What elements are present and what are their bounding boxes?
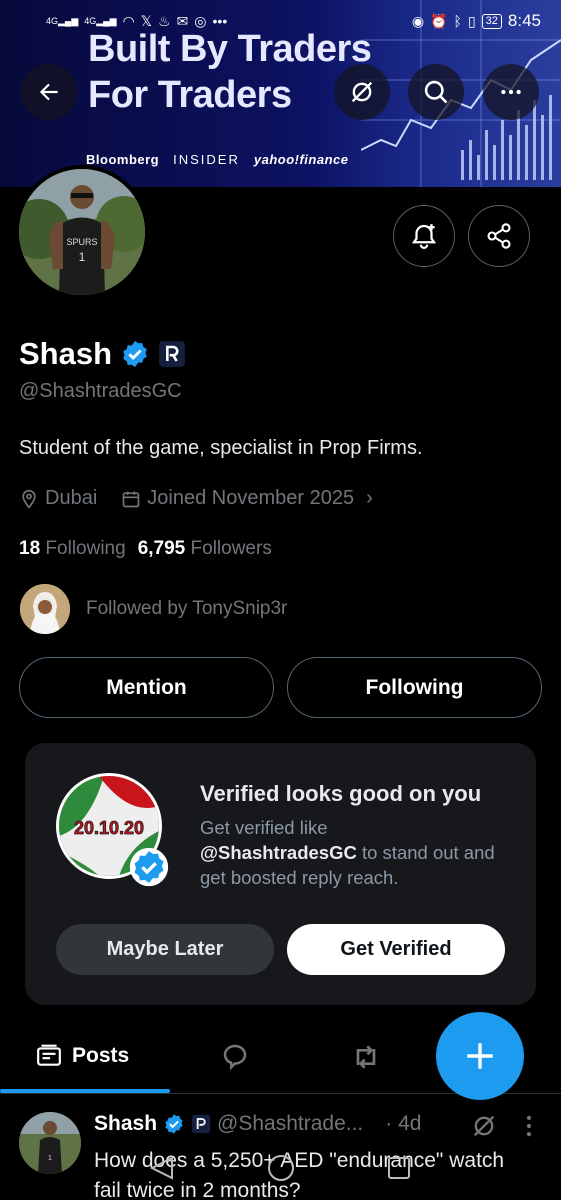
more-icon <box>501 89 521 95</box>
search-button[interactable] <box>408 64 464 120</box>
media-logo: Bloomberg <box>86 152 160 167</box>
profile-meta: Dubai Joined November 2025 › <box>19 487 373 510</box>
mail-icon: ✉ <box>176 12 189 29</box>
signal-icon: 4G▂▄▆ <box>46 15 79 26</box>
verified-badge-icon[interactable] <box>120 339 150 369</box>
svg-text:1: 1 <box>48 1155 52 1162</box>
svg-text:1: 1 <box>79 250 86 264</box>
share-button[interactable] <box>468 205 530 267</box>
avatar-image: SPURS 1 <box>19 169 145 295</box>
clock: 8:45 <box>507 11 541 30</box>
chevron-right-icon[interactable]: › <box>366 487 373 510</box>
vibrate-icon: ▯ <box>467 12 476 29</box>
follow-counts: 18 Following 6,795 Followers <box>19 538 272 560</box>
svg-text:20.10.20: 20.10.20 <box>74 818 144 838</box>
name-row: Shash <box>19 336 186 372</box>
plus-icon <box>467 1043 493 1069</box>
battery-icon: 32 <box>481 13 502 29</box>
eye-icon: ◉ <box>411 12 425 29</box>
notification-subscribe-button[interactable] <box>393 205 455 267</box>
more-vertical-icon <box>526 1115 532 1137</box>
verified-badge-icon <box>165 1114 183 1134</box>
promo-handle: @ShashtradesGC <box>200 842 357 863</box>
verified-badge-icon <box>129 847 169 887</box>
display-name: Shash <box>19 336 113 371</box>
repost-icon <box>356 1045 376 1069</box>
notification-bell-icon <box>411 224 437 249</box>
search-icon <box>424 80 448 104</box>
followed-by-text: Followed by TonySnip3r <box>86 598 288 619</box>
post-author-handle: @Shashtrade... <box>217 1112 364 1135</box>
banner-headline: Built By Traders For Traders <box>88 28 372 116</box>
mention-button[interactable]: Mention <box>19 657 274 718</box>
media-logo: yahoo!finance <box>253 152 349 167</box>
profile-avatar[interactable]: SPURS 1 <box>15 165 149 299</box>
compose-post-button[interactable] <box>436 1012 524 1100</box>
following-button[interactable]: Following <box>287 657 542 718</box>
promo-title: Verified looks good on you <box>200 781 482 806</box>
wifi-icon: ◠ <box>122 12 135 29</box>
back-arrow-icon <box>39 83 58 101</box>
alarm-icon: ⏰ <box>430 12 448 29</box>
post-grok-button[interactable] <box>470 1112 498 1145</box>
followers-count-link[interactable]: 6,795 Followers <box>138 538 272 560</box>
calendar-icon <box>122 491 140 507</box>
followed-by-row[interactable]: Followed by TonySnip3r <box>20 584 287 634</box>
follower-avatar <box>20 584 70 634</box>
more-button[interactable] <box>483 64 539 120</box>
joined-text[interactable]: Joined November 2025 <box>147 487 354 510</box>
profile-bio: Student of the game, specialist in Prop … <box>19 437 423 459</box>
post-text[interactable]: How does a 5,250+ AED "endurance" watch … <box>94 1146 534 1200</box>
more-notifications-icon: ••• <box>212 13 228 29</box>
bluetooth-icon: ᛒ <box>453 13 462 29</box>
promo-text: Get verified like @ShashtradesGC to stand… <box>200 817 495 888</box>
affiliate-badge-icon <box>191 1114 211 1134</box>
tinder-icon: ♨ <box>158 12 171 29</box>
verified-promo-card: 20.10.20 Verified looks good on you Get … <box>25 743 536 1005</box>
status-bar: 4G▂▄▆ 4G▂▄▆ ◠ 𝕏 ♨ ✉ ◎ ••• ◉ ⏰ ᛒ ▯ 32 8:4… <box>0 8 561 34</box>
tab-reposts[interactable] <box>350 1041 382 1078</box>
grok-icon <box>351 81 373 103</box>
post-author-name[interactable]: Shash <box>94 1112 157 1136</box>
tab-posts[interactable]: Posts <box>36 1043 129 1069</box>
share-icon <box>487 223 511 249</box>
affiliate-badge-icon[interactable] <box>158 340 186 368</box>
following-count-link[interactable]: 18 Following <box>19 538 126 560</box>
post-header: Shash @Shashtrade... · 4d <box>94 1112 421 1136</box>
whatsapp-icon: ◎ <box>194 12 207 29</box>
grok-button[interactable] <box>334 64 390 120</box>
maybe-later-button[interactable]: Maybe Later <box>56 924 274 975</box>
get-verified-button[interactable]: Get Verified <box>287 924 505 975</box>
post-avatar[interactable]: 1 <box>19 1112 81 1174</box>
reply-icon <box>223 1044 247 1071</box>
x-icon: 𝕏 <box>140 12 152 29</box>
svg-text:SPURS: SPURS <box>66 237 97 247</box>
signal-icon: 4G▂▄▆ <box>84 15 117 26</box>
tab-replies[interactable] <box>220 1041 250 1076</box>
posts-icon <box>37 1044 61 1066</box>
post-time: · 4d <box>385 1112 422 1135</box>
banner-media-logos: Bloomberg INSIDER yahoo!finance <box>86 152 348 167</box>
location-text: Dubai <box>45 487 98 509</box>
post-more-button[interactable] <box>522 1112 536 1145</box>
media-logo: INSIDER <box>173 152 240 167</box>
profile-handle: @ShashtradesGC <box>19 380 182 402</box>
back-button[interactable] <box>21 64 77 120</box>
grok-icon <box>473 1115 495 1137</box>
location-icon <box>22 489 36 509</box>
